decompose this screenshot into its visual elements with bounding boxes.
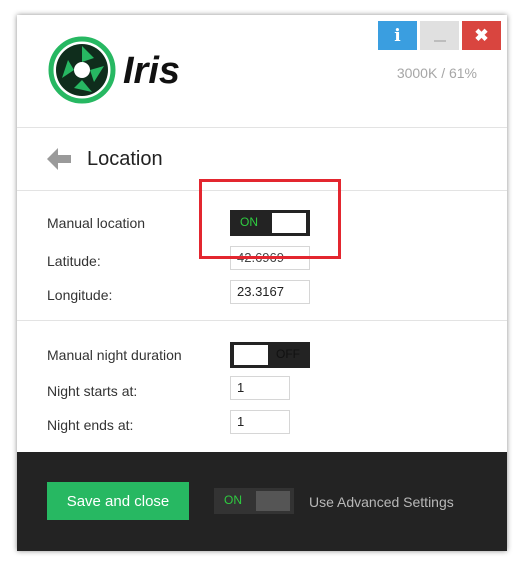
longitude-input[interactable]: 23.3167	[230, 280, 310, 304]
night-starts-input[interactable]: 1	[230, 376, 290, 400]
save-and-close-button[interactable]: Save and close	[47, 482, 189, 520]
section-title: Location	[87, 148, 163, 170]
night-ends-label: Night ends at:	[47, 417, 134, 433]
aperture-logo-icon	[48, 36, 116, 104]
arrow-left-icon[interactable]	[46, 147, 72, 171]
manual-night-state: OFF	[276, 347, 300, 361]
highlight-annotation	[199, 179, 341, 259]
manual-night-toggle[interactable]: OFF	[230, 342, 310, 368]
night-ends-input[interactable]: 1	[230, 410, 290, 434]
longitude-label: Longitude:	[47, 287, 113, 303]
minimize-button[interactable]	[420, 21, 459, 50]
advanced-settings-state: ON	[224, 493, 242, 507]
color-temp-status: 3000K / 61%	[396, 65, 477, 81]
toggle-knob	[234, 345, 268, 365]
manual-night-label: Manual night duration	[47, 347, 182, 363]
advanced-settings-toggle[interactable]: ON	[214, 488, 294, 514]
toggle-knob	[256, 491, 290, 511]
info-icon: i	[394, 25, 401, 46]
close-button[interactable]: ✖	[462, 21, 501, 50]
location-divider	[17, 320, 507, 321]
latitude-label: Latitude:	[47, 253, 101, 269]
close-icon: ✖	[474, 25, 489, 45]
brand-name: Iris	[123, 50, 181, 92]
minimize-icon	[433, 39, 446, 42]
info-button[interactable]: i	[378, 21, 417, 50]
header-divider	[17, 127, 507, 128]
manual-location-label: Manual location	[47, 215, 146, 231]
night-starts-label: Night starts at:	[47, 383, 138, 399]
advanced-settings-label: Use Advanced Settings	[309, 494, 454, 510]
app-window: Iris i ✖ 3000K / 61% Location Manual loc…	[17, 15, 507, 551]
